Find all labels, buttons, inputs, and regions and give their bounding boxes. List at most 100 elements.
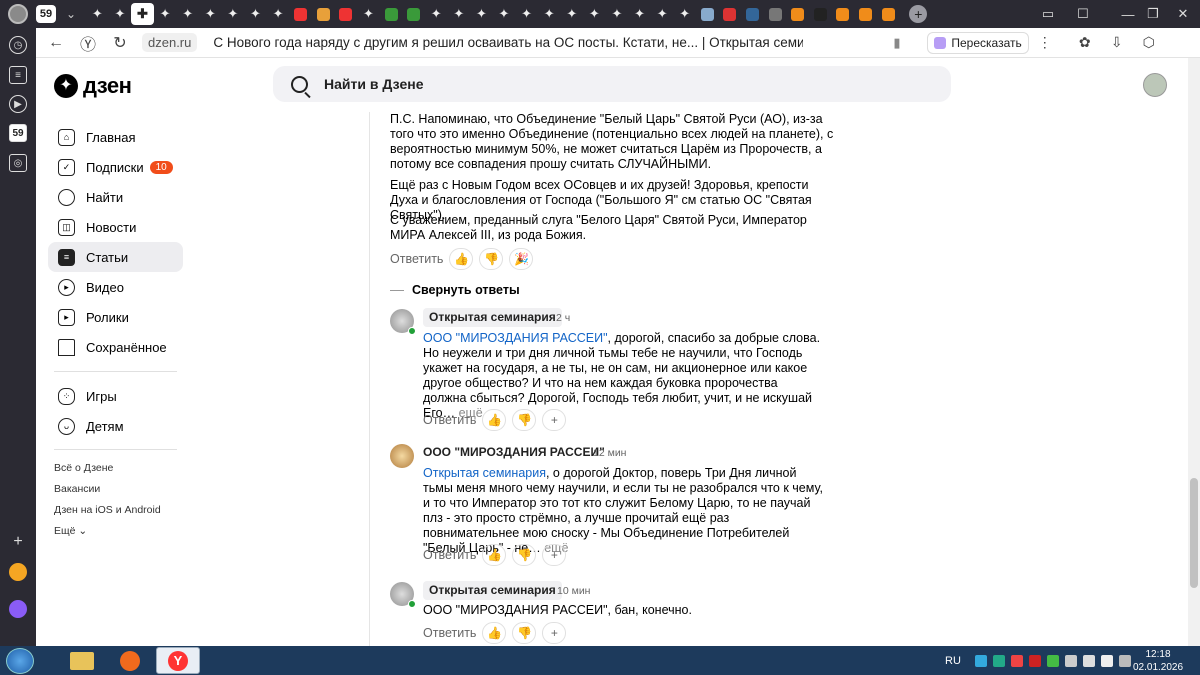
screenshot-icon[interactable]: ◎ (9, 154, 27, 172)
tab[interactable] (786, 3, 809, 25)
tab[interactable]: ✦ (176, 3, 199, 25)
link-vacancies[interactable]: Вакансии (54, 483, 100, 495)
tab[interactable]: ✦ (673, 3, 696, 25)
sidebar-item-shorts[interactable]: ▸ Ролики (48, 302, 183, 332)
add-reaction-icon[interactable]: + (542, 622, 567, 644)
dislike-icon[interactable]: 👎 (479, 248, 504, 270)
tab[interactable]: ✦ (606, 3, 629, 25)
reply-button[interactable]: Ответить (423, 548, 476, 563)
sidebar-item-search[interactable]: Найти (48, 182, 183, 212)
flag-icon[interactable] (1100, 654, 1113, 667)
tab[interactable]: ✦ (515, 3, 538, 25)
link-more[interactable]: Ещё ⌄ (54, 525, 87, 537)
tab[interactable] (312, 3, 335, 25)
url-domain[interactable]: dzen.ru (142, 33, 198, 52)
search-input[interactable]: Найти в Дзене (273, 66, 951, 102)
page-scrollbar[interactable] (1188, 58, 1200, 646)
user-avatar[interactable] (1143, 73, 1167, 97)
mail-icon[interactable] (9, 563, 27, 581)
downloads-icon[interactable]: ⇩ (1101, 34, 1133, 51)
bookmark-icon[interactable]: ▮ (893, 35, 915, 51)
like-icon[interactable]: 👍 (449, 248, 474, 270)
scrollbar-thumb[interactable] (1190, 478, 1198, 588)
yandex-browser-icon[interactable]: Y (156, 647, 200, 674)
like-icon[interactable]: 👍 (482, 622, 507, 644)
tab[interactable]: ✦ (448, 3, 471, 25)
tab[interactable] (335, 3, 358, 25)
start-button[interactable] (6, 647, 34, 674)
vpn-icon[interactable] (974, 654, 987, 667)
dislike-icon[interactable]: 👎 (512, 544, 537, 566)
retell-button[interactable]: Пересказать (927, 31, 1029, 54)
link-mobile-apps[interactable]: Дзен на iOS и Android (54, 504, 161, 516)
clock[interactable]: 12:18 02.01.2026 (1133, 648, 1183, 674)
tab[interactable]: ✦ (267, 3, 290, 25)
dislike-icon[interactable]: 👎 (512, 622, 537, 644)
add-reaction-icon[interactable]: + (542, 409, 567, 431)
pdf-icon[interactable] (1028, 654, 1041, 667)
app-tray-icon[interactable] (1010, 654, 1023, 667)
comment-author[interactable]: Открытая семинария (423, 581, 562, 600)
profile-avatar[interactable] (8, 4, 28, 24)
tab[interactable]: ✦ (538, 3, 561, 25)
mention-link[interactable]: ООО "МИРОЗДАНИЯ РАССЕИ" (423, 331, 608, 345)
battery-icon[interactable] (1118, 654, 1131, 667)
reply-button[interactable]: Ответить (390, 252, 443, 267)
comment-author[interactable]: ООО "МИРОЗДАНИЯ РАССЕИ" (423, 443, 605, 462)
history-icon[interactable]: ◷ (9, 36, 27, 54)
yandex-icon[interactable]: Ⓨ (72, 31, 104, 55)
file-explorer-icon[interactable] (60, 647, 104, 674)
page-title[interactable]: С Нового года наряду с другим я решил ос… (213, 35, 803, 50)
tab[interactable]: ✦ (357, 3, 380, 25)
celebrate-icon[interactable]: 🎉 (509, 248, 534, 270)
tab[interactable] (809, 3, 832, 25)
collections-icon[interactable]: ≡ (9, 66, 27, 84)
tab[interactable] (741, 3, 764, 25)
language-indicator[interactable]: RU (945, 655, 961, 667)
tab[interactable]: ✦ (244, 3, 267, 25)
bookmarks-bar-icon[interactable]: ☐ (1060, 0, 1106, 28)
sidebar-item-subscriptions[interactable]: ✓ Подписки 10 (48, 152, 183, 182)
tab[interactable] (854, 3, 877, 25)
tab[interactable]: ✦ (470, 3, 493, 25)
like-icon[interactable]: 👍 (482, 544, 507, 566)
tab[interactable]: ✦ (583, 3, 606, 25)
tab[interactable] (402, 3, 425, 25)
tab-active[interactable]: ✚ (131, 3, 154, 25)
dzen-logo[interactable]: дзен (54, 73, 132, 99)
comment-author[interactable]: Открытая семинария (423, 308, 562, 327)
firefox-icon[interactable] (108, 647, 152, 674)
shield-icon[interactable] (992, 654, 1005, 667)
tab[interactable] (719, 3, 742, 25)
tab[interactable]: ✦ (86, 3, 109, 25)
add-panel-icon[interactable]: + (9, 533, 27, 551)
like-icon[interactable]: 👍 (482, 409, 507, 431)
mention-link[interactable]: Открытая семинария (423, 466, 546, 480)
tab[interactable]: ✦ (651, 3, 674, 25)
volume-icon[interactable] (1082, 654, 1095, 667)
sidebar-item-kids[interactable]: ᴗ Детям (48, 411, 183, 441)
download-tray-icon[interactable] (1046, 654, 1059, 667)
media-icon[interactable]: ▶ (9, 95, 27, 113)
reload-icon[interactable]: ↻ (104, 33, 136, 53)
avatar[interactable] (390, 444, 414, 468)
tab[interactable] (877, 3, 900, 25)
sidebar-item-video[interactable]: ▸ Видео (48, 272, 183, 302)
tab[interactable] (380, 3, 403, 25)
counter-icon[interactable]: 59 (9, 124, 27, 142)
sidebar-item-news[interactable]: ◫ Новости (48, 212, 183, 242)
alice-icon[interactable] (9, 600, 27, 618)
sidebar-item-saved[interactable]: Сохранённое (48, 332, 183, 362)
network-icon[interactable] (1064, 654, 1077, 667)
collapse-replies-button[interactable]: Свернуть ответы (390, 283, 520, 298)
link-about-dzen[interactable]: Всё о Дзене (54, 462, 113, 474)
back-arrow-icon[interactable]: ← (40, 34, 72, 52)
add-reaction-icon[interactable]: + (542, 544, 567, 566)
close-window-button[interactable]: ✕ (1160, 0, 1200, 28)
reply-button[interactable]: Ответить (423, 626, 476, 641)
tab[interactable] (289, 3, 312, 25)
tab[interactable] (764, 3, 787, 25)
dislike-icon[interactable]: 👎 (512, 409, 537, 431)
tab-counter[interactable]: 59 (36, 5, 56, 23)
tab[interactable] (696, 3, 719, 25)
